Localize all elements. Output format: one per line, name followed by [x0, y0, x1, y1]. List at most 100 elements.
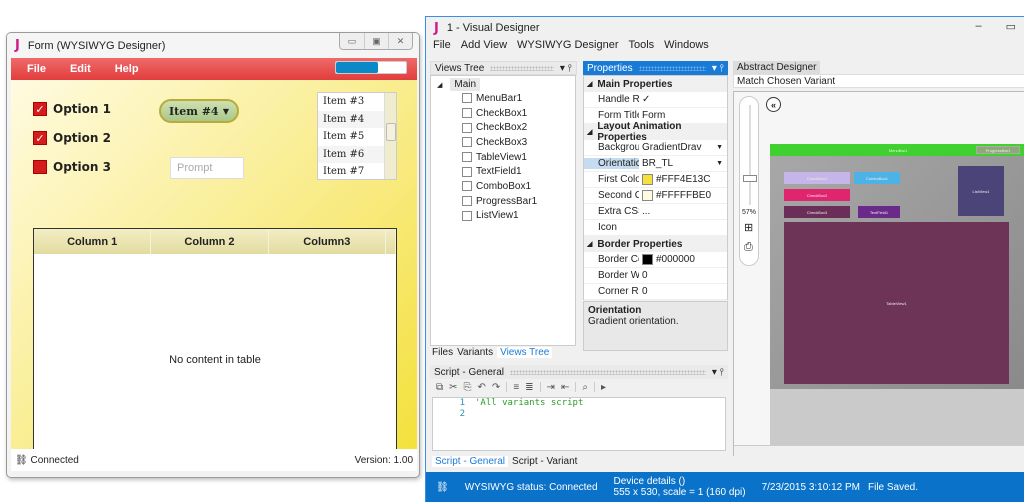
property-value[interactable]: ... — [639, 206, 727, 217]
property-row[interactable]: Handle Resi✓ — [584, 92, 727, 108]
close-button[interactable]: ✕ — [388, 33, 412, 49]
property-value[interactable]: 0 — [639, 270, 727, 281]
widget-listview[interactable]: ListView1 — [958, 166, 1004, 216]
zoom-slider-knob[interactable] — [743, 175, 757, 182]
collapse-button[interactable]: « — [766, 97, 781, 112]
property-row[interactable]: Border Colo #000000 — [584, 252, 727, 268]
uncomment-icon[interactable]: ≣ — [525, 382, 533, 393]
widget-tableview[interactable]: TableView1 — [784, 222, 1009, 384]
minimize-button[interactable]: – — [975, 20, 981, 33]
color-swatch[interactable] — [642, 190, 653, 201]
export-icon[interactable]: ⎙ — [744, 241, 753, 254]
zoom-slider[interactable]: 57% ⊞ ⎙ — [739, 96, 759, 266]
cut-icon[interactable]: ✂ — [449, 382, 457, 393]
tree-checkbox[interactable] — [462, 196, 472, 207]
property-row[interactable]: Extra CSS... — [584, 204, 727, 220]
expand-icon[interactable]: ◢ — [437, 81, 442, 89]
color-swatch[interactable] — [642, 254, 653, 265]
property-value[interactable]: Form — [639, 110, 727, 121]
widget-checkbox3[interactable]: CheckBox3 — [784, 206, 850, 218]
list-scrollbar[interactable] — [384, 93, 396, 179]
property-row[interactable]: First Colo #FFF4E13C — [584, 172, 727, 188]
tree-checkbox[interactable] — [462, 166, 472, 177]
indent-icon[interactable]: ⇥ — [547, 382, 555, 393]
property-section[interactable]: ◢ Border Properties — [584, 236, 727, 252]
pin-icon[interactable]: ▾ ⫯ — [712, 367, 724, 378]
tab-script-general[interactable]: Script - General — [432, 456, 509, 467]
horizontal-scrollbar[interactable] — [734, 445, 1024, 457]
paste-icon[interactable]: ⎘ — [464, 382, 472, 393]
item-combobox[interactable]: Item #4 ▼ — [159, 99, 239, 123]
chevron-down-icon[interactable]: ▼ — [716, 160, 723, 167]
widget-textfield[interactable]: TextField1 — [858, 206, 900, 218]
property-value[interactable]: GradientDrav ▼ — [639, 142, 727, 153]
widget-progressbar[interactable]: ProgressBar1 — [976, 146, 1020, 154]
property-value[interactable]: 0 — [639, 286, 727, 297]
tree-item[interactable]: CheckBox3 — [462, 135, 575, 150]
fit-icon[interactable]: ⊞ — [744, 221, 753, 234]
redo-icon[interactable]: ↷ — [492, 382, 500, 393]
tree-item[interactable]: CheckBox1 — [462, 106, 575, 121]
menu-windows[interactable]: Windows — [664, 39, 709, 55]
pin-icon[interactable]: ▾ ⫯ — [560, 63, 572, 74]
tree-item[interactable]: CheckBox2 — [462, 120, 575, 135]
pin-icon[interactable]: ▾ ⫯ — [712, 63, 724, 74]
menu-file[interactable]: File — [433, 39, 451, 55]
widget-checkbox1[interactable]: CheckBox1 — [784, 172, 850, 184]
scroll-thumb[interactable] — [386, 123, 396, 141]
expand-icon[interactable]: ◢ — [587, 240, 592, 248]
menu-add-view[interactable]: Add View — [461, 39, 507, 55]
designer-canvas[interactable]: 57% ⊞ ⎙ « MenuBar1 ProgressBar1 CheckBox… — [733, 91, 1024, 457]
tree-item[interactable]: ProgressBar1 — [462, 194, 575, 209]
tree-item[interactable]: ComboBox1 — [462, 179, 575, 194]
property-value[interactable]: #FFFFFBE0 — [639, 190, 727, 201]
column-header[interactable]: Column 1 — [34, 229, 152, 254]
tree-item[interactable]: TableView1 — [462, 150, 575, 165]
property-section[interactable]: ◢ Main Properties — [584, 76, 727, 92]
outdent-icon[interactable]: ⇤ — [561, 382, 569, 393]
item-listview[interactable]: Item #3 Item #4 Item #5 Item #6 Item #7 — [317, 92, 397, 180]
tree-checkbox[interactable] — [462, 122, 472, 133]
tree-item[interactable]: TextField1 — [462, 164, 575, 179]
property-value[interactable]: ✓ — [639, 94, 727, 105]
tree-checkbox[interactable] — [462, 152, 472, 163]
chevron-down-icon[interactable]: ▼ — [716, 144, 723, 151]
property-section[interactable]: ◢ Layout Animation Properties — [584, 121, 727, 143]
column-header[interactable]: Column 2 — [151, 229, 269, 254]
tree-item[interactable]: ListView1 — [462, 209, 575, 224]
tab-views-tree[interactable]: Views Tree — [497, 347, 553, 358]
maximize-button[interactable]: ▭ — [1006, 20, 1016, 33]
property-row[interactable]: Corner Radi0 — [584, 284, 727, 300]
tree-item[interactable]: MenuBar1 — [462, 91, 575, 106]
widget-checkbox2[interactable]: CheckBox2 — [784, 189, 850, 201]
property-row[interactable]: Orientatic BR_TL ▼ — [584, 156, 727, 172]
property-row[interactable]: Icon▼ — [584, 220, 727, 236]
property-row[interactable]: Second C #FFFFFBE0 — [584, 188, 727, 204]
property-value[interactable]: #FFF4E13C — [639, 174, 727, 185]
tree-checkbox[interactable] — [462, 108, 472, 119]
expand-icon[interactable]: ◢ — [587, 128, 592, 136]
menu-edit[interactable]: Edit — [70, 63, 91, 75]
tree-checkbox[interactable] — [462, 210, 472, 221]
tree-checkbox[interactable] — [462, 137, 472, 148]
property-value[interactable]: BR_TL ▼ — [639, 158, 727, 169]
minimize-button[interactable]: ▭ — [340, 33, 364, 49]
checkbox-option-3[interactable]: Option 3 — [33, 160, 111, 174]
run-icon[interactable]: ▸ — [601, 382, 606, 393]
tree-checkbox[interactable] — [462, 181, 472, 192]
tab-files[interactable]: Files — [432, 347, 453, 358]
checkbox-option-2[interactable]: ✓ Option 2 — [33, 131, 111, 145]
tree-root[interactable]: ◢ Main — [437, 78, 575, 91]
copy-icon[interactable]: ⧉ — [436, 382, 443, 393]
maximize-button[interactable]: ▣ — [364, 33, 388, 49]
expand-icon[interactable]: ◢ — [587, 80, 592, 88]
menu-tools[interactable]: Tools — [628, 39, 654, 55]
widget-combobox[interactable]: ComboBox1 — [854, 172, 900, 184]
comment-icon[interactable]: ≡ — [513, 382, 519, 393]
undo-icon[interactable]: ↶ — [478, 382, 486, 393]
prompt-textfield[interactable]: Prompt — [170, 157, 244, 179]
menu-help[interactable]: Help — [115, 63, 139, 75]
column-header[interactable]: Column3 — [269, 229, 386, 254]
menu-file[interactable]: File — [27, 63, 46, 75]
checkbox-option-1[interactable]: ✓ Option 1 — [33, 102, 111, 116]
